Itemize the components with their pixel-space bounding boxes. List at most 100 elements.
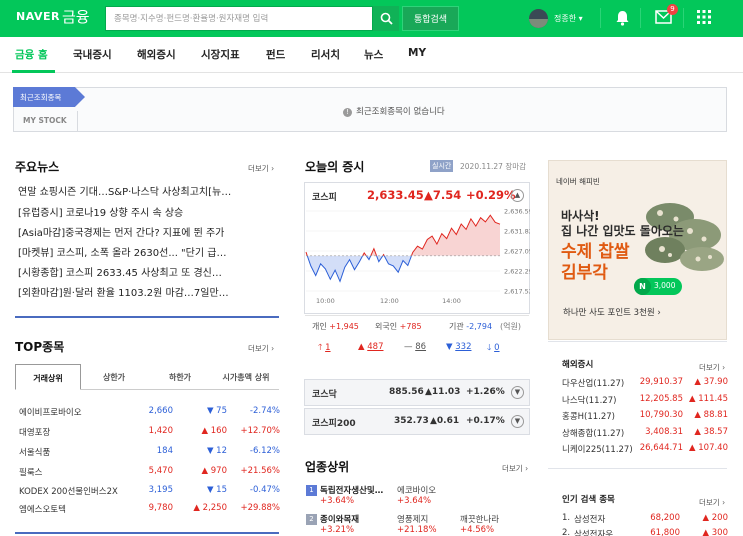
nav-domestic[interactable]: 국내증시 bbox=[73, 47, 112, 62]
popular-stock-name[interactable]: 삼성전자우 bbox=[574, 528, 613, 536]
search-button[interactable] bbox=[373, 6, 399, 31]
info-icon: ! bbox=[343, 108, 352, 117]
popular-more-link[interactable]: 더보기 bbox=[699, 497, 725, 508]
nav-my[interactable]: MY bbox=[408, 47, 426, 59]
stock-name[interactable]: 대영포장 bbox=[19, 426, 50, 438]
stock-change: ▼ 12 bbox=[206, 446, 227, 456]
mystock-tab[interactable]: MY STOCK bbox=[14, 111, 78, 131]
flat-count[interactable]: — 86 bbox=[404, 342, 426, 352]
overseas-index-name[interactable]: 상해종합(11.27) bbox=[562, 427, 624, 439]
divider bbox=[548, 341, 727, 342]
kospi-label[interactable]: 코스피 bbox=[312, 190, 337, 203]
limit-up-count[interactable]: 🡑 1 bbox=[318, 342, 331, 356]
finance-logo[interactable]: 금융 bbox=[62, 6, 90, 27]
stock-name[interactable]: 필룩스 bbox=[19, 466, 42, 478]
news-item[interactable]: [시황종합] 코스피 2633.45 사상최고 또 경신… bbox=[18, 264, 280, 279]
popular-title[interactable]: 인기 검색 종목 bbox=[562, 493, 615, 505]
up-value: 487 bbox=[367, 342, 384, 352]
recent-empty-message: ! 최근조회종목이 없습니다 bbox=[343, 105, 445, 117]
investor-foreign-value: +785 bbox=[399, 322, 422, 331]
overseas-index-name[interactable]: 니케이225(11.27) bbox=[562, 443, 633, 455]
tab-upper-limit[interactable]: 상한가 bbox=[81, 364, 147, 390]
news-item[interactable]: 연말 쇼핑시즌 기대…S&P·나스닥 사상최고치[뉴… bbox=[18, 183, 280, 198]
limit-down-count[interactable]: 🡓 0 bbox=[487, 342, 500, 356]
total-search-button[interactable]: 통합검색 bbox=[402, 6, 459, 31]
section-divider bbox=[15, 316, 279, 318]
overseas-index-value: 3,408.31 bbox=[645, 427, 683, 437]
search-input[interactable]: 종목명·지수명·펀드명·환율명·원자재명 입력 bbox=[105, 6, 373, 31]
sector-title[interactable]: 업종상위 bbox=[305, 458, 349, 475]
sector-stock[interactable]: 깨끗한나라 bbox=[460, 513, 499, 525]
stock-name[interactable]: 에이비프로바이오 bbox=[19, 406, 82, 418]
overseas-index-change: ▲ 88.81 bbox=[694, 410, 728, 420]
sector-stock-percent: +21.18% bbox=[397, 525, 437, 535]
sector-stock[interactable]: 에코바이오 bbox=[397, 484, 436, 496]
overseas-index-name[interactable]: 나스닥(11.27) bbox=[562, 394, 616, 406]
tab-lower-limit[interactable]: 하한가 bbox=[147, 364, 213, 390]
stock-name[interactable]: 엠에스오토텍 bbox=[19, 503, 66, 515]
overseas-index-name[interactable]: 홍콩H(11.27) bbox=[562, 410, 615, 422]
divider bbox=[640, 8, 641, 28]
kosdaq-label[interactable]: 코스닥 bbox=[312, 387, 337, 400]
username-menu[interactable]: 정종한 ▾ bbox=[554, 13, 583, 24]
up-count[interactable]: ▲ 487 bbox=[358, 342, 383, 352]
popular-stock-name[interactable]: 삼성전자 bbox=[574, 513, 605, 525]
ad-cta[interactable]: 하나만 사도 포인트 3천원 › bbox=[563, 306, 661, 318]
ad-label: 네이버 해피빈 bbox=[556, 177, 600, 186]
nav-overseas[interactable]: 해외증시 bbox=[137, 47, 176, 62]
chevron-down-icon: ▼ bbox=[514, 417, 521, 425]
top-stocks-more-link[interactable]: 더보기 bbox=[248, 343, 274, 354]
chart-area-up bbox=[306, 215, 500, 256]
sector-rank: 2 bbox=[306, 514, 317, 525]
stock-change: ▲ 160 bbox=[201, 426, 227, 436]
nav-fund[interactable]: 펀드 bbox=[266, 47, 285, 62]
down-count[interactable]: ▼ 332 bbox=[446, 342, 471, 352]
recent-stocks-tab[interactable]: 최근조회종목 bbox=[13, 87, 85, 107]
today-market-title[interactable]: 오늘의 증시 bbox=[305, 158, 364, 175]
expand-button[interactable]: ▼ bbox=[511, 386, 524, 399]
news-item[interactable]: [마켓뷰] 코스피, 소폭 올라 2630선... "단기 급… bbox=[18, 244, 280, 259]
notification-button[interactable] bbox=[615, 10, 630, 29]
tab-market-cap[interactable]: 시가총액 상위 bbox=[213, 364, 279, 390]
sector-stock[interactable]: 영풍제지 bbox=[397, 513, 428, 525]
sector-more-link[interactable]: 더보기 bbox=[502, 463, 528, 474]
divider bbox=[305, 315, 529, 316]
kospi-chart[interactable]: 2,636.59 2,631.82 2,627.05 2,622.29 2,617.52… bbox=[304, 205, 530, 311]
overseas-index-value: 12,205.85 bbox=[639, 394, 683, 404]
investor-institution: 기관 -2,794 bbox=[449, 321, 492, 332]
stock-name[interactable]: KODEX 200선물인버스2X bbox=[19, 485, 118, 497]
news-item[interactable]: [Asia마감]중국경제는 먼저 간다? 지표에 뛴 주가 bbox=[18, 224, 280, 239]
nav-news[interactable]: 뉴스 bbox=[364, 47, 383, 62]
apps-button[interactable] bbox=[697, 10, 711, 27]
sector-name[interactable]: 독립전자생산및… bbox=[320, 484, 383, 496]
chart-x-tick: 10:00 bbox=[316, 297, 335, 305]
down-value: 332 bbox=[455, 342, 472, 352]
nav-market-index[interactable]: 시장지표 bbox=[201, 47, 240, 62]
expand-button[interactable]: ▼ bbox=[511, 415, 524, 428]
stock-percent: +21.56% bbox=[240, 466, 280, 476]
overseas-more-link[interactable]: 더보기 bbox=[699, 362, 725, 373]
kospi200-label[interactable]: 코스피200 bbox=[312, 416, 356, 429]
stock-change: ▼ 15 bbox=[206, 485, 227, 495]
stock-name[interactable]: 서울식품 bbox=[19, 446, 50, 458]
nav-research[interactable]: 리서치 bbox=[311, 47, 340, 62]
top-stocks-title[interactable]: TOP종목 bbox=[15, 338, 64, 355]
popular-stock-value: 61,800 bbox=[650, 528, 680, 536]
bell-icon bbox=[616, 11, 629, 26]
avatar[interactable] bbox=[529, 9, 548, 28]
collapse-button[interactable]: ▲ bbox=[511, 189, 524, 202]
tab-trade-volume[interactable]: 거래상위 bbox=[15, 364, 81, 390]
sector-name[interactable]: 종이와목재 bbox=[320, 513, 359, 525]
news-title[interactable]: 주요뉴스 bbox=[15, 158, 59, 175]
kospi-value: 2,633.45 bbox=[367, 188, 424, 202]
overseas-title[interactable]: 해외증시 bbox=[562, 358, 593, 370]
nav-finance-home[interactable]: 금융 홈 bbox=[15, 47, 48, 62]
naver-logo[interactable]: NAVER bbox=[16, 10, 60, 23]
ad-product: 김부각 bbox=[561, 263, 608, 283]
news-more-link[interactable]: 더보기 bbox=[248, 163, 274, 174]
overseas-index-change: ▲ 111.45 bbox=[689, 394, 728, 404]
kosdaq-percent: +1.26% bbox=[466, 387, 505, 397]
news-item[interactable]: [유럽증시] 코로나19 상향 주시 속 상승 bbox=[18, 204, 280, 219]
overseas-index-name[interactable]: 다우산업(11.27) bbox=[562, 377, 624, 389]
news-item[interactable]: [외환마감]원·달러 환율 1103.2원 마감…7일만… bbox=[18, 284, 280, 299]
